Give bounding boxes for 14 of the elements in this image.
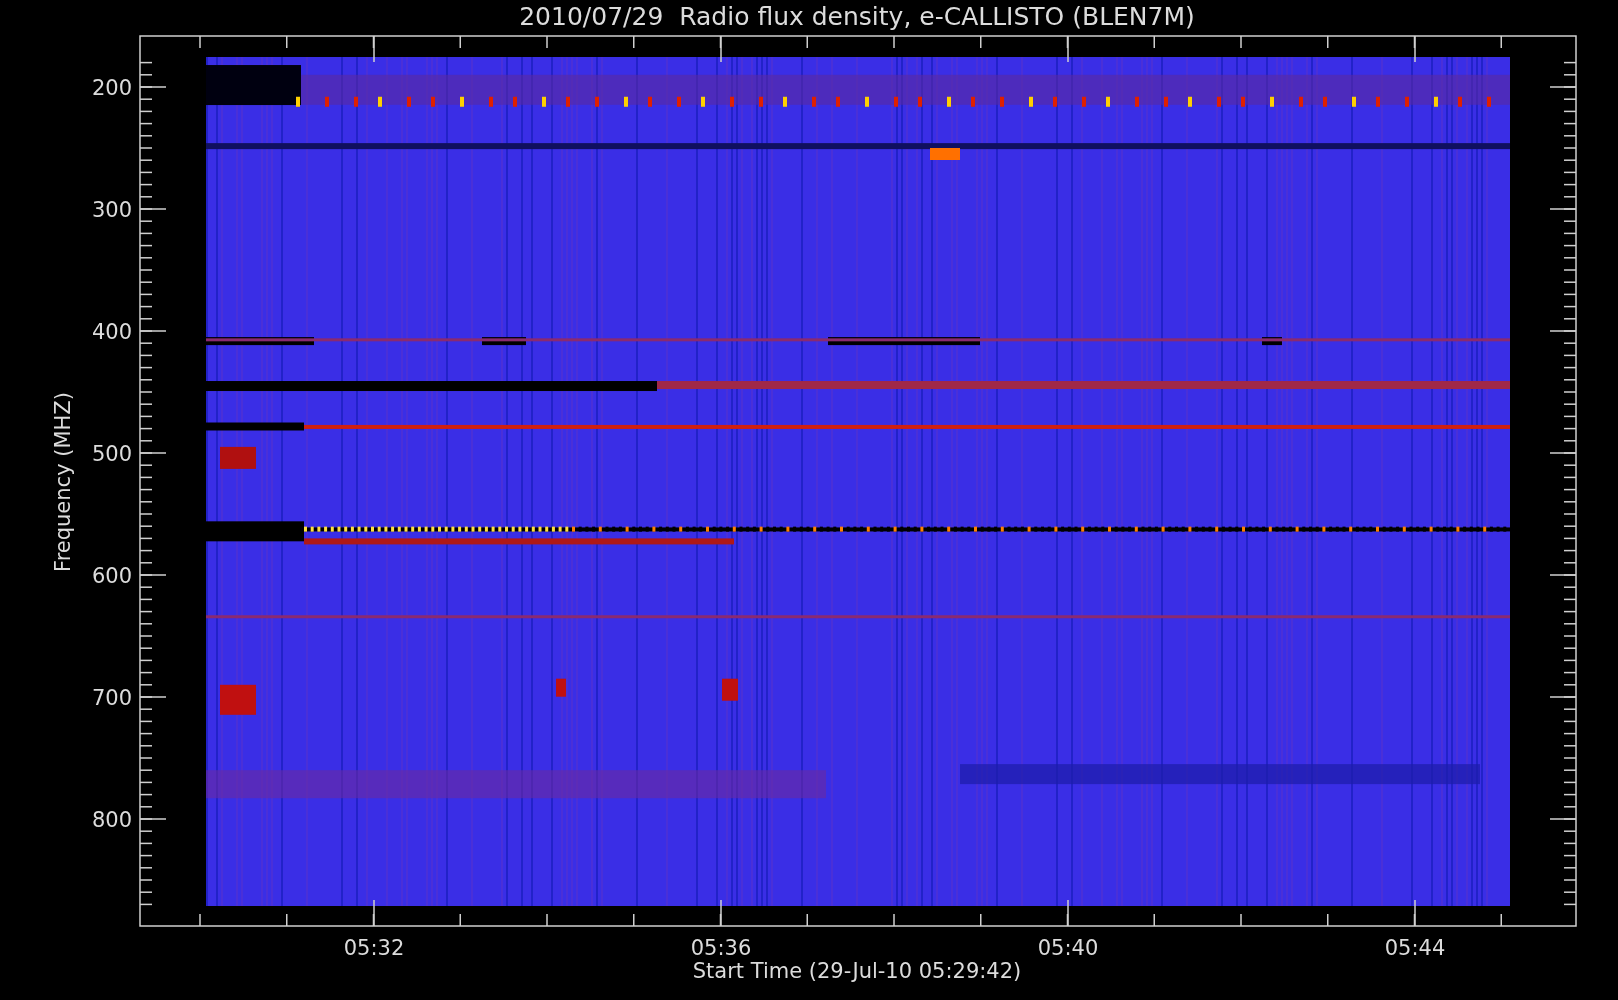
x-tick-label: 05:32 (343, 936, 405, 960)
y-tick-label: 500 (91, 442, 132, 466)
chart-title: 2010/07/29 Radio flux density, e-CALLISTO (BLEN7M) (519, 2, 1195, 31)
y-tick-label: 400 (91, 320, 132, 344)
y-tick-label: 200 (91, 76, 132, 100)
y-tick-label: 300 (91, 198, 132, 222)
x-tick-label: 05:36 (690, 936, 752, 960)
x-tick-label: 05:44 (1384, 936, 1446, 960)
y-tick-label: 600 (91, 564, 132, 588)
y-tick-label: 800 (91, 808, 132, 832)
x-tick-label: 05:40 (1037, 936, 1099, 960)
x-axis-label: Start Time (29-Jul-10 05:29:42) (692, 959, 1022, 983)
y-tick-label: 700 (91, 686, 132, 710)
y-axis-label: Frequency (MHZ) (51, 392, 75, 572)
